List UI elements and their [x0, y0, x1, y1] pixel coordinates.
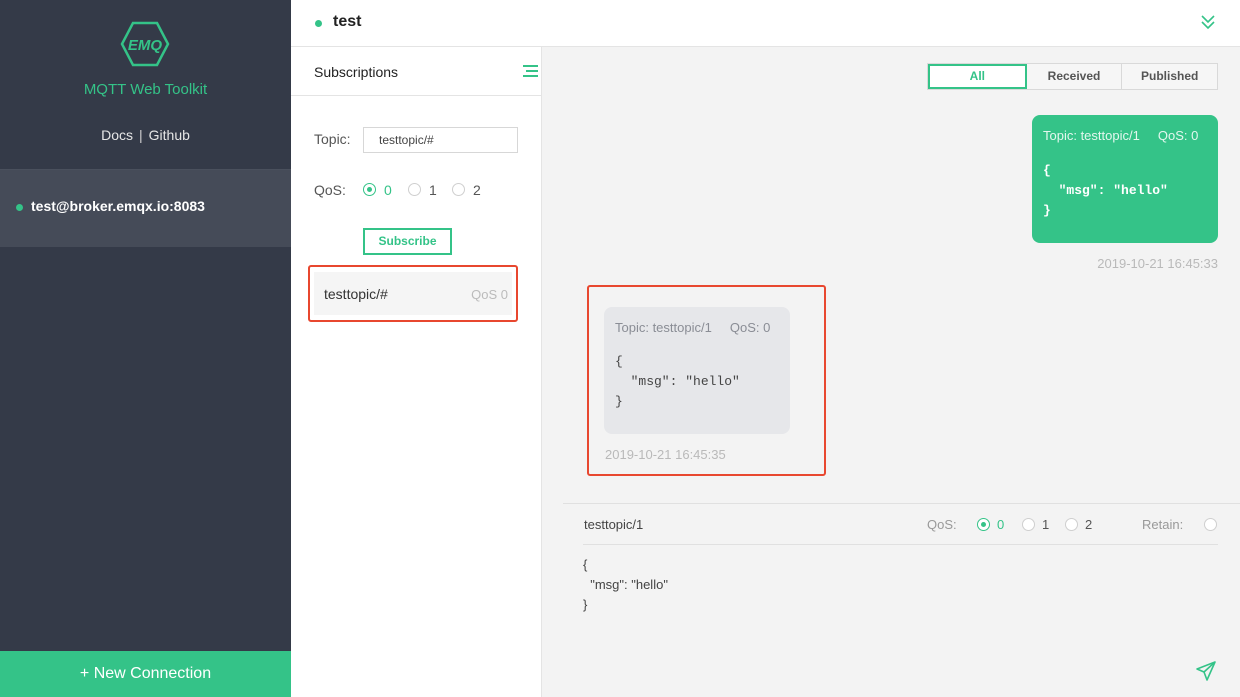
- published-payload: { "msg": "hello" }: [1043, 163, 1168, 218]
- qos-option-1: 1: [429, 182, 437, 198]
- qos-label: QoS:: [314, 182, 346, 198]
- filter-published[interactable]: Published: [1122, 64, 1217, 89]
- received-time: 2019-10-21 16:45:35: [605, 447, 726, 462]
- connection-header: test: [291, 0, 1240, 47]
- subscriptions-title: Subscriptions: [314, 64, 399, 80]
- received-payload: { "msg": "hello" }: [615, 354, 740, 409]
- published-qos: QoS: 0: [1157, 128, 1199, 143]
- composer-qos-radio-0[interactable]: [977, 518, 990, 531]
- composer-divider: [583, 544, 1218, 545]
- message-composer: testtopic/1 QoS: 0 1 2 Retain: { "msg": …: [563, 503, 1240, 697]
- subscriptions-header: Subscriptions: [291, 47, 542, 96]
- double-chevron-down-icon[interactable]: [1200, 13, 1216, 31]
- composer-topic-input[interactable]: testtopic/1: [584, 517, 643, 532]
- filter-all[interactable]: All: [928, 64, 1027, 89]
- composer-qos-option-1: 1: [1042, 517, 1050, 532]
- sidebar: EMQ MQTT Web Toolkit Docs | Github test@br…: [0, 0, 291, 697]
- filter-received[interactable]: Received: [1027, 64, 1123, 89]
- topic-input[interactable]: testtopic/#: [363, 127, 518, 153]
- svg-text:EMQ: EMQ: [128, 37, 163, 54]
- subscription-item[interactable]: testtopic/# QoS 0: [308, 265, 518, 322]
- composer-qos-option-2: 2: [1085, 517, 1093, 532]
- app-title: MQTT Web Toolkit: [83, 81, 208, 98]
- received-meta: Topic: testtopic/1 QoS: 0: [615, 320, 770, 335]
- sidebar-links: Docs | Github: [0, 127, 291, 143]
- emq-logo: EMQ: [120, 21, 170, 67]
- connection-status-dot: [16, 204, 23, 211]
- header-status-dot: [315, 20, 322, 27]
- subscription-item-body: testtopic/# QoS 0: [314, 272, 512, 315]
- subscriptions-panel: Subscriptions Topic: testtopic/# QoS: 0 …: [291, 47, 542, 697]
- new-connection-button[interactable]: + New Connection: [0, 651, 291, 697]
- link-separator: |: [139, 127, 143, 143]
- connection-title: test: [333, 13, 362, 30]
- published-meta: Topic: testtopic/1 QoS: 0: [1043, 128, 1198, 143]
- messages-area: All Received Published Topic: testtopic/…: [543, 47, 1240, 503]
- composer-qos-radio-1[interactable]: [1022, 518, 1035, 531]
- published-message: Topic: testtopic/1 QoS: 0 { "msg": "hell…: [1032, 115, 1218, 243]
- qos-option-0: 0: [384, 182, 392, 198]
- subscription-topic: testtopic/#: [324, 286, 388, 302]
- topic-label: Topic:: [314, 131, 351, 147]
- received-topic: Topic: testtopic/1: [615, 320, 712, 335]
- connection-label: test@broker.emqx.io:8083: [31, 198, 205, 214]
- retain-label: Retain:: [1142, 517, 1184, 532]
- qos-radio-2[interactable]: [452, 183, 465, 196]
- composer-payload-input[interactable]: { "msg": "hello" }: [583, 555, 668, 615]
- qos-radio-0[interactable]: [363, 183, 376, 196]
- connection-item[interactable]: test@broker.emqx.io:8083: [0, 170, 291, 247]
- github-link[interactable]: Github: [149, 127, 190, 143]
- published-time: 2019-10-21 16:45:33: [1097, 256, 1218, 271]
- retain-toggle[interactable]: [1204, 518, 1217, 531]
- qos-option-2: 2: [473, 182, 481, 198]
- composer-qos-radio-2[interactable]: [1065, 518, 1078, 531]
- subscription-qos: QoS 0: [471, 287, 508, 302]
- message-filter: All Received Published: [927, 63, 1218, 90]
- subscribe-button[interactable]: Subscribe: [363, 228, 452, 255]
- qos-radio-1[interactable]: [408, 183, 421, 196]
- composer-qos-label: QoS:: [927, 517, 957, 532]
- list-menu-icon[interactable]: [523, 64, 538, 78]
- received-qos: QoS: 0: [729, 320, 771, 335]
- send-icon[interactable]: [1195, 660, 1217, 682]
- received-message: Topic: testtopic/1 QoS: 0 { "msg": "hell…: [604, 307, 790, 434]
- composer-qos-option-0: 0: [997, 517, 1005, 532]
- docs-link[interactable]: Docs: [101, 127, 133, 143]
- published-topic: Topic: testtopic/1: [1043, 128, 1140, 143]
